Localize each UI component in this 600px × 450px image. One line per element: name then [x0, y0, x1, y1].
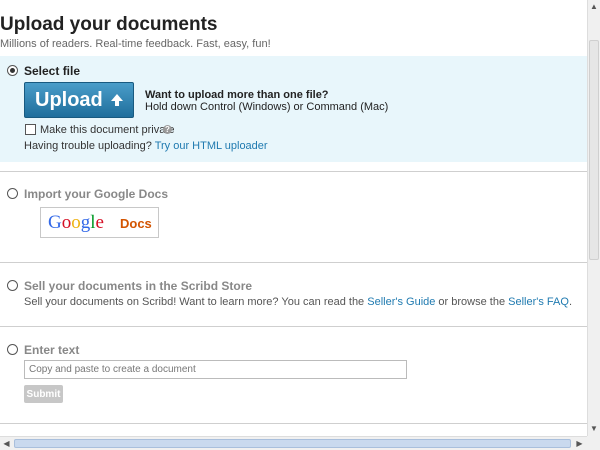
- enter-text-radio[interactable]: [7, 344, 18, 355]
- multi-upload-title: Want to upload more than one file?: [145, 89, 329, 101]
- store-description: Sell your documents on Scribd! Want to l…: [24, 296, 572, 308]
- up-arrow-icon: [111, 94, 123, 106]
- google-docs-radio[interactable]: [7, 188, 18, 199]
- select-file-section: Select file Upload Want to upload more t…: [0, 56, 587, 162]
- trouble-uploading: Having trouble uploading? Try our HTML u…: [24, 140, 268, 152]
- submit-button[interactable]: Submit: [24, 385, 63, 403]
- google-logo-letter: o: [71, 212, 81, 233]
- private-label: Make this document private: [40, 124, 175, 136]
- page-subtitle: Millions of readers. Real-time feedback.…: [0, 38, 271, 50]
- select-file-heading: Select file: [24, 64, 81, 78]
- scroll-right-icon[interactable]: ▶: [573, 437, 586, 450]
- help-icon[interactable]: ?: [163, 125, 172, 134]
- google-docs-heading: Import your Google Docs: [24, 187, 169, 201]
- enter-text-heading: Enter text: [24, 343, 80, 357]
- horizontal-scroll-thumb[interactable]: [14, 439, 571, 448]
- select-file-radio[interactable]: [7, 65, 18, 76]
- store-desc-middle: or browse the: [435, 296, 509, 308]
- google-logo-letter: o: [61, 212, 72, 233]
- upload-button-label: Upload: [35, 89, 103, 111]
- upload-page: Upload your documents Millions of reader…: [0, 0, 587, 436]
- google-docs-button[interactable]: Google Docs: [40, 207, 159, 238]
- horizontal-scrollbar[interactable]: ◀ ▶: [0, 436, 587, 450]
- google-logo-letter: g: [80, 212, 91, 233]
- store-desc-end: .: [568, 296, 572, 308]
- vertical-scroll-thumb[interactable]: [589, 40, 599, 260]
- multi-upload-hint: Hold down Control (Windows) or Command (…: [145, 101, 389, 113]
- scroll-up-icon[interactable]: ▲: [588, 0, 600, 13]
- store-heading: Sell your documents in the Scribd Store: [24, 279, 253, 293]
- private-checkbox[interactable]: [25, 124, 36, 135]
- store-section: Sell your documents in the Scribd Store …: [0, 262, 587, 326]
- scroll-left-icon[interactable]: ◀: [0, 437, 13, 450]
- store-radio[interactable]: [7, 280, 18, 291]
- sellers-faq-link[interactable]: Seller's FAQ: [508, 296, 569, 308]
- enter-text-section: Enter text Submit: [0, 326, 587, 424]
- html-uploader-link[interactable]: Try our HTML uploader: [155, 140, 268, 152]
- google-logo: Google: [48, 212, 104, 234]
- sellers-guide-link[interactable]: Seller's Guide: [367, 296, 435, 308]
- scroll-down-icon[interactable]: ▼: [588, 422, 600, 435]
- trouble-text: Having trouble uploading?: [24, 140, 152, 152]
- vertical-scrollbar[interactable]: ▲ ▼: [587, 0, 600, 436]
- page-header: Upload your documents Millions of reader…: [0, 14, 271, 50]
- upload-button[interactable]: Upload: [24, 82, 134, 118]
- google-docs-section: Import your Google Docs Google Docs: [0, 171, 587, 262]
- page-title: Upload your documents: [0, 14, 218, 35]
- scrollbar-corner: [587, 436, 600, 450]
- google-docs-label: Docs: [120, 216, 152, 231]
- google-logo-letter: G: [48, 212, 62, 233]
- document-text-input[interactable]: [24, 360, 407, 379]
- store-desc-text: Sell your documents on Scribd! Want to l…: [24, 296, 368, 308]
- google-logo-letter: e: [95, 212, 104, 233]
